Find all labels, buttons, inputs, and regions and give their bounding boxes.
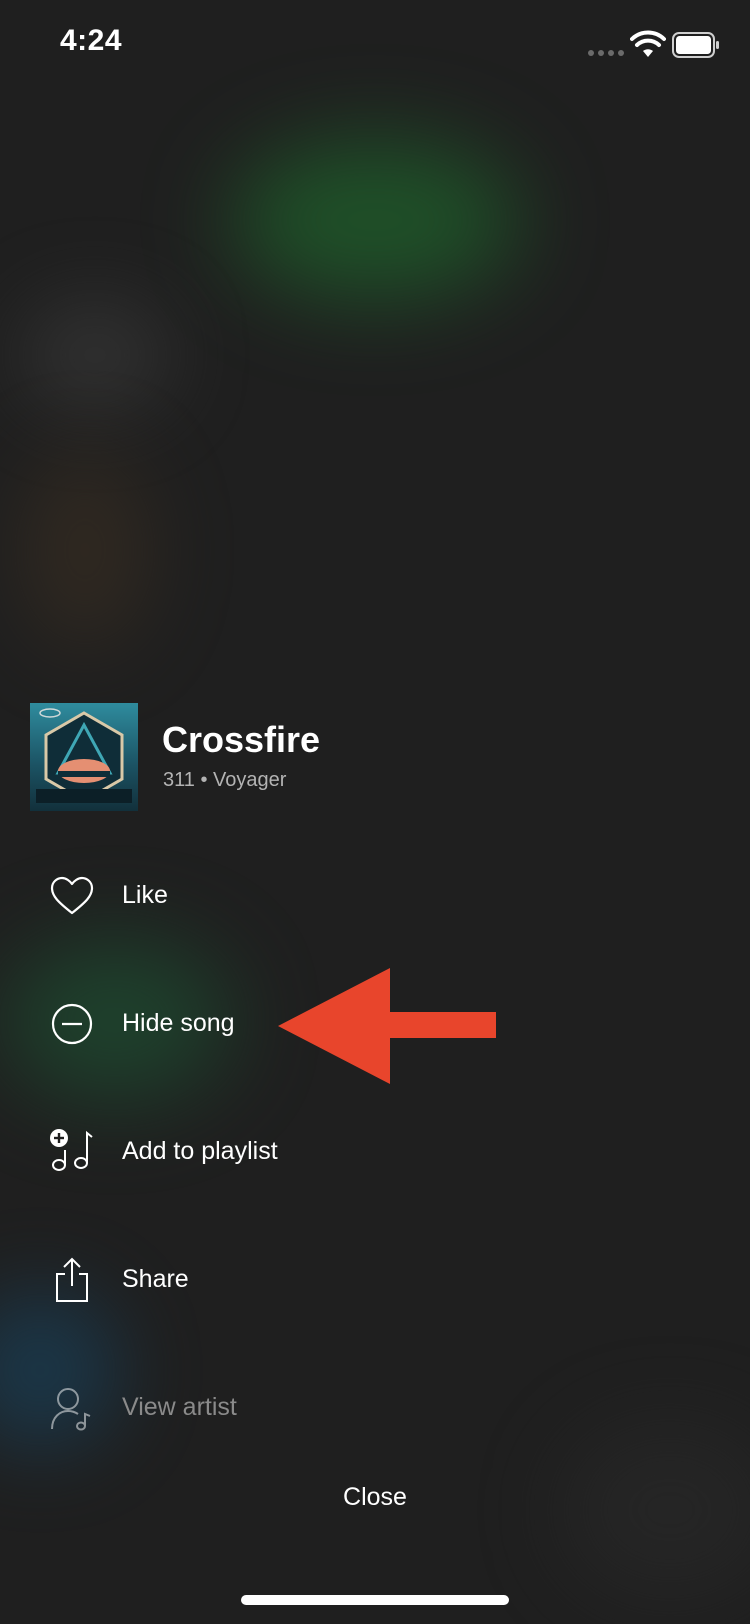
menu-item-like[interactable]: Like [40,860,440,930]
share-icon [56,1257,88,1302]
cellular-signal-icon [588,50,624,56]
menu-item-label: Share [122,1265,189,1293]
track-title: Crossfire [162,719,321,760]
artist-icon [51,1388,91,1431]
menu-item-view-artist[interactable]: View artist [40,1372,440,1442]
heart-icon [50,876,94,915]
wifi-icon [630,30,666,57]
add-to-playlist-icon [50,1129,93,1171]
minus-circle-icon [51,1003,93,1045]
menu-item-label: Like [122,881,168,909]
menu-item-label: Hide song [122,1009,235,1037]
menu-item-share[interactable]: Share [40,1244,440,1314]
track-header: Crossfire 311 • Voyager [30,703,720,813]
menu-item-label: View artist [122,1393,237,1421]
close-button[interactable]: Close [300,1472,450,1522]
red-arrow-icon [278,968,496,1084]
menu-item-add-to-playlist[interactable]: Add to playlist [40,1116,440,1186]
album-cover-icon [30,703,138,811]
battery-icon [672,32,719,58]
status-time: 4:24 [60,24,123,57]
menu-item-label: Add to playlist [122,1137,278,1165]
status-bar: 4:24 [0,0,750,94]
track-subtitle: 311 • Voyager [163,769,287,791]
home-indicator[interactable] [241,1595,509,1605]
